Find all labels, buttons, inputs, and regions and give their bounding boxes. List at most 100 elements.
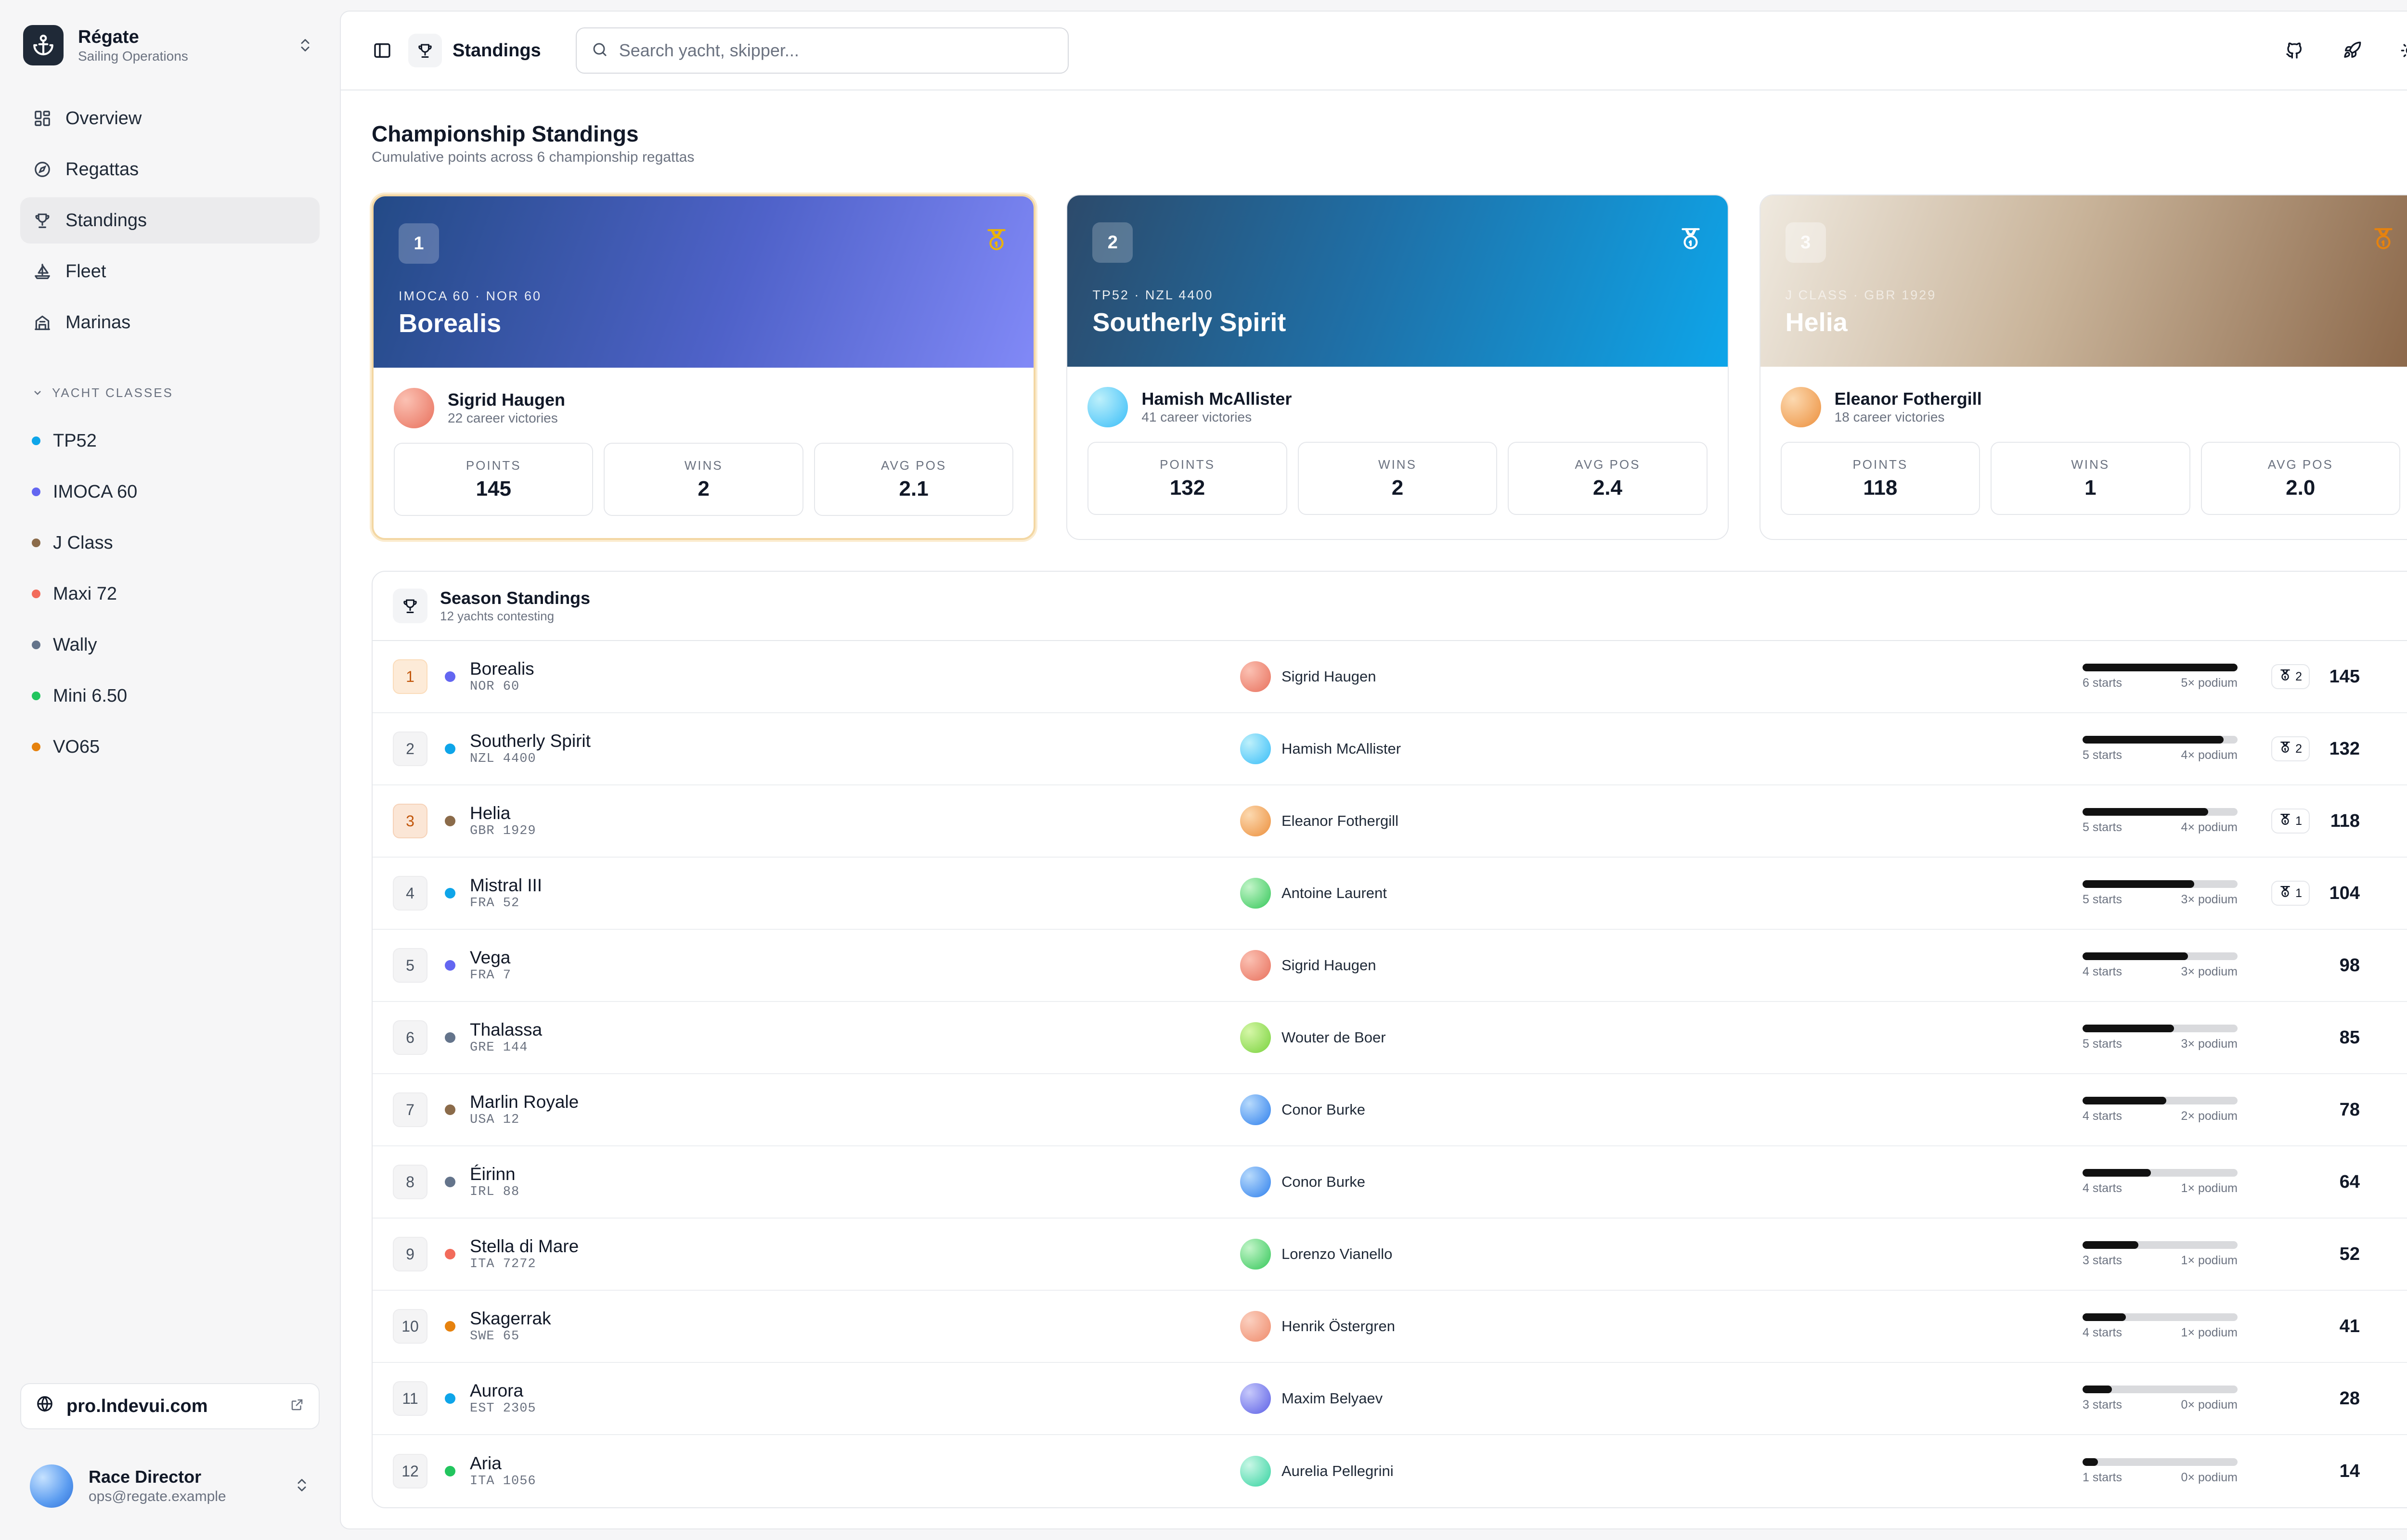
season-progress: 3 starts 0× podium bbox=[2083, 1385, 2238, 1412]
brand-subtitle: Sailing Operations bbox=[78, 49, 188, 64]
rocket-icon[interactable] bbox=[2337, 35, 2368, 66]
position-badge: 10 bbox=[393, 1309, 427, 1344]
table-row[interactable]: 8 Éirinn IRL 88 Conor Burke 4 starts 1× podiu… bbox=[373, 1146, 2407, 1219]
stat-wins: Wins 2 bbox=[1297, 442, 1498, 515]
class-item-imoca-60[interactable]: IMOCA 60 bbox=[20, 469, 320, 515]
table-row[interactable]: 2 Southerly Spirit NZL 4400 Hamish McAllist… bbox=[373, 713, 2407, 785]
nav-item-marinas[interactable]: Marinas bbox=[20, 299, 320, 346]
avatar bbox=[1240, 1311, 1271, 1342]
avatar bbox=[394, 388, 434, 428]
class-item-label: TP52 bbox=[53, 430, 97, 451]
class-item-wally[interactable]: Wally bbox=[20, 622, 320, 668]
sun-icon[interactable] bbox=[2394, 35, 2407, 66]
progress-bar bbox=[2083, 880, 2238, 888]
user-menu[interactable]: Race Director ops@regate.example bbox=[20, 1452, 320, 1520]
podium-class-line: J Class · GBR 1929 bbox=[1785, 288, 1937, 302]
anchor-icon bbox=[23, 25, 64, 65]
skipper-name: Conor Burke bbox=[1281, 1173, 1366, 1190]
nav-item-regattas[interactable]: Regattas bbox=[20, 146, 320, 192]
table-row[interactable]: 5 Vega FRA 7 Sigrid Haugen 4 starts 3× podium… bbox=[373, 930, 2407, 1002]
brand-switcher[interactable]: Régate Sailing Operations bbox=[20, 20, 320, 70]
season-progress: 3 starts 1× podium bbox=[2083, 1241, 2238, 1268]
season-progress: 1 starts 0× podium bbox=[2083, 1458, 2238, 1485]
trophy-icon bbox=[408, 34, 442, 67]
points-total: 104 bbox=[2329, 883, 2360, 903]
nav-item-overview[interactable]: Overview bbox=[20, 95, 320, 141]
table-row[interactable]: 1 Borealis NOR 60 Sigrid Haugen 6 starts 5× p… bbox=[373, 641, 2407, 713]
skipper-name: Conor Burke bbox=[1281, 1101, 1366, 1118]
nav-item-label: Standings bbox=[65, 210, 147, 231]
nav-item-label: Overview bbox=[65, 108, 142, 128]
class-item-tp52[interactable]: TP52 bbox=[20, 418, 320, 464]
sail-number: GRE 144 bbox=[470, 1040, 528, 1055]
progress-fill bbox=[2083, 1168, 2151, 1177]
podium-skipper-name: Eleanor Fothergill bbox=[1834, 389, 1982, 409]
podium-banner: 2 TP52 · NZL 4400 Southerly Spirit bbox=[1067, 195, 1728, 367]
stat-value: 1 bbox=[2084, 475, 2096, 500]
nav-item-label: Marinas bbox=[65, 312, 131, 333]
class-item-label: Maxi 72 bbox=[53, 583, 117, 604]
breadcrumb: Standings bbox=[408, 34, 541, 67]
avatar bbox=[1240, 950, 1271, 981]
nav-item-standings[interactable]: Standings bbox=[20, 197, 320, 244]
table-row[interactable]: 10 Skagerrak SWE 65 Henrik Östergren 4 start… bbox=[373, 1291, 2407, 1363]
user-name: Race Director bbox=[89, 1467, 202, 1487]
table-row[interactable]: 3 Helia GBR 1929 Eleanor Fothergill 5 starts… bbox=[373, 785, 2407, 858]
progress-fill bbox=[2083, 735, 2224, 744]
stat-label: Avg Pos bbox=[881, 458, 947, 473]
table-row[interactable]: 12 Aria ITA 1056 Aurelia Pellegrini 1 starts… bbox=[373, 1435, 2407, 1507]
podium-card-second[interactable]: 2 TP52 · NZL 4400 Southerly Spirit Hamis… bbox=[1066, 194, 1729, 540]
search-input[interactable] bbox=[619, 40, 1053, 61]
table-row[interactable]: 6 Thalassa GRE 144 Wouter de Boer 5 starts 3×… bbox=[373, 1002, 2407, 1074]
stat-points: Points 118 bbox=[1780, 442, 1980, 515]
sail-number: GBR 1929 bbox=[470, 824, 536, 838]
table-row[interactable]: 11 Aurora EST 2305 Maxim Belyaev 3 starts 0× … bbox=[373, 1363, 2407, 1435]
progress-fill bbox=[2083, 1313, 2126, 1321]
season-progress: 5 starts 3× podium bbox=[2083, 1024, 2238, 1051]
class-color-dot bbox=[32, 743, 40, 751]
wins-badge: 2 bbox=[2271, 736, 2310, 761]
yacht-name: Borealis bbox=[470, 659, 534, 679]
yacht-name: Skagerrak bbox=[470, 1309, 551, 1328]
stat-value: 2.4 bbox=[1592, 475, 1622, 500]
progress-bar bbox=[2083, 1385, 2238, 1393]
starts-count: 5 starts bbox=[2083, 820, 2122, 834]
class-item-maxi-72[interactable]: Maxi 72 bbox=[20, 571, 320, 617]
github-icon[interactable] bbox=[2279, 35, 2310, 66]
progress-fill bbox=[2083, 808, 2208, 816]
podium-cards: 1 IMOCA 60 · NOR 60 Borealis Sigrid Haug… bbox=[372, 194, 2407, 540]
class-color-dot bbox=[32, 641, 40, 649]
class-item-j-class[interactable]: J Class bbox=[20, 520, 320, 566]
skipper-name: Hamish McAllister bbox=[1281, 740, 1401, 757]
sidebar-toggle-icon[interactable] bbox=[368, 36, 397, 65]
stat-label: Points bbox=[466, 458, 521, 473]
position-badge: 5 bbox=[393, 948, 427, 983]
progress-fill bbox=[2083, 1096, 2166, 1104]
class-item-vo65[interactable]: VO65 bbox=[20, 724, 320, 770]
points-total: 52 bbox=[2339, 1244, 2360, 1264]
progress-bar bbox=[2083, 808, 2238, 816]
yacht-classes-toggle[interactable]: Yacht Classes bbox=[20, 378, 320, 407]
table-row[interactable]: 7 Marlin Royale USA 12 Conor Burke 4 starts 2… bbox=[373, 1074, 2407, 1146]
stat-value: 2 bbox=[698, 476, 710, 500]
external-site-link[interactable]: pro.lndevui.com bbox=[20, 1383, 320, 1429]
yacht-name: Mistral III bbox=[470, 875, 543, 895]
class-item-mini-650[interactable]: Mini 6.50 bbox=[20, 673, 320, 719]
skipper-name: Aurelia Pellegrini bbox=[1281, 1463, 1394, 1479]
podium-card-first[interactable]: 1 IMOCA 60 · NOR 60 Borealis Sigrid Haug… bbox=[372, 194, 1036, 540]
avatar bbox=[1240, 733, 1271, 764]
sail-number: IRL 88 bbox=[470, 1185, 520, 1199]
stat-value: 2.1 bbox=[899, 476, 929, 500]
table-row[interactable]: 4 Mistral III FRA 52 Antoine Laurent 5 start… bbox=[373, 858, 2407, 930]
sail-number: NZL 4400 bbox=[470, 752, 536, 766]
nav-item-fleet[interactable]: Fleet bbox=[20, 248, 320, 295]
avatar bbox=[1780, 387, 1821, 427]
podium-card-third[interactable]: 3 J Class · GBR 1929 Helia Eleanor Fothe… bbox=[1759, 194, 2407, 540]
points-total: 28 bbox=[2339, 1388, 2360, 1409]
class-item-label: IMOCA 60 bbox=[53, 481, 138, 502]
position-badge: 11 bbox=[393, 1381, 427, 1416]
nav-item-label: Fleet bbox=[65, 261, 106, 282]
table-row[interactable]: 9 Stella di Mare ITA 7272 Lorenzo Vianello 3… bbox=[373, 1219, 2407, 1291]
site-link-label: pro.lndevui.com bbox=[66, 1396, 208, 1416]
position-badge: 2 bbox=[393, 732, 427, 766]
